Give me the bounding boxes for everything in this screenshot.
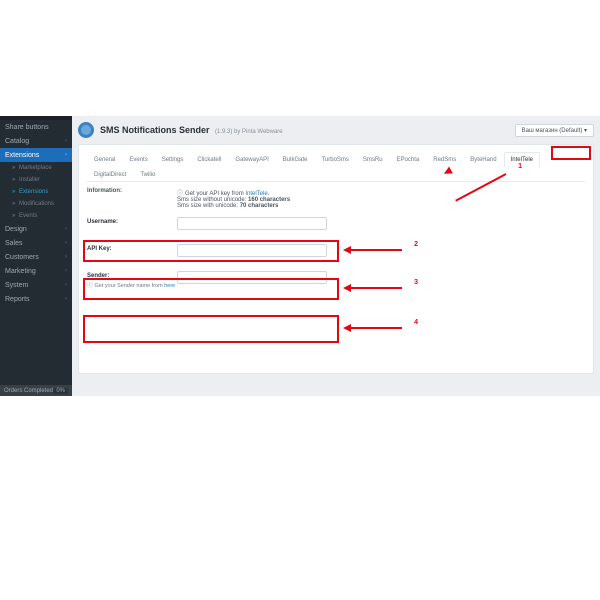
sidebar-item-label: Share buttons bbox=[5, 124, 49, 131]
orders-completed-count: 0% bbox=[53, 388, 68, 394]
main-content: SMS Notifications Sender (1.9.3) by Pint… bbox=[72, 116, 600, 396]
sidebar-item-marketing[interactable]: Marketing › bbox=[0, 264, 72, 278]
sidebar-sub-events[interactable]: »Events bbox=[0, 210, 72, 222]
sidebar-item-label: Extensions bbox=[5, 152, 39, 159]
sidebar-item-label: Marketing bbox=[5, 268, 36, 275]
chevron-right-icon: › bbox=[65, 296, 67, 302]
chevron-right-icon: › bbox=[65, 282, 67, 288]
tab-bulkgate[interactable]: BulkGate bbox=[276, 152, 315, 167]
settings-panel: General Events Settings Clickatell Gatew… bbox=[78, 144, 594, 374]
info-icon: ⓘ bbox=[87, 283, 93, 289]
sidebar-item-label: Reports bbox=[5, 296, 30, 303]
tab-inteltele[interactable]: IntelTele bbox=[504, 152, 540, 167]
sidebar-sub-installer[interactable]: »Installer bbox=[0, 174, 72, 186]
username-row: Username: bbox=[87, 217, 585, 230]
module-logo-icon bbox=[78, 122, 94, 138]
sidebar-footer: Orders Completed 0% bbox=[0, 385, 72, 396]
tab-twilio[interactable]: Twilio bbox=[133, 167, 162, 182]
sidebar-sub-marketplace[interactable]: »Marketplace bbox=[0, 162, 72, 174]
sidebar-item-label: Catalog bbox=[5, 138, 29, 145]
sidebar-item-reports[interactable]: Reports › bbox=[0, 292, 72, 306]
sidebar-sub-modifications[interactable]: »Modifications bbox=[0, 198, 72, 210]
store-selector[interactable]: Ваш магазин (Default) ▾ bbox=[515, 124, 594, 137]
gateway-tabs: General Events Settings Clickatell Gatew… bbox=[87, 151, 585, 182]
sidebar-item-label: Customers bbox=[5, 254, 39, 261]
apikey-input[interactable] bbox=[177, 244, 327, 257]
sidebar-sub-extensions[interactable]: »Extensions bbox=[0, 186, 72, 198]
sidebar-item-system[interactable]: System › bbox=[0, 278, 72, 292]
apikey-row: API Key: bbox=[87, 244, 585, 257]
chevron-right-icon: › bbox=[65, 152, 67, 158]
sidebar-item-customers[interactable]: Customers › bbox=[0, 250, 72, 264]
tab-clickatell[interactable]: Clickatell bbox=[190, 152, 228, 167]
sidebar: Share buttons Catalog › Extensions › »Mark… bbox=[0, 116, 72, 396]
chevron-right-icon: › bbox=[65, 138, 67, 144]
tab-events[interactable]: Events bbox=[122, 152, 154, 167]
sidebar-item-design[interactable]: Design › bbox=[0, 222, 72, 236]
page-header: SMS Notifications Sender (1.9.3) by Pint… bbox=[78, 122, 594, 138]
annotation-arrow-4: 4 bbox=[345, 323, 410, 333]
tab-gatewayapi[interactable]: GatewayAPI bbox=[228, 152, 275, 167]
tab-epochta[interactable]: EPochta bbox=[390, 152, 427, 167]
sidebar-item-catalog[interactable]: Catalog › bbox=[0, 134, 72, 148]
sidebar-item-sales[interactable]: Sales › bbox=[0, 236, 72, 250]
tab-bytehand[interactable]: ByteHand bbox=[463, 152, 503, 167]
username-input[interactable] bbox=[177, 217, 327, 230]
tab-general[interactable]: General bbox=[87, 152, 122, 167]
tab-redsms[interactable]: RedSms bbox=[426, 152, 463, 167]
sidebar-item-label: System bbox=[5, 282, 28, 289]
tab-digitaldirect[interactable]: DigitalDirect bbox=[87, 167, 133, 182]
sidebar-item-label: Design bbox=[5, 226, 27, 233]
information-block: Information: ⓘGet your API key from Inte… bbox=[87, 188, 585, 209]
tab-smsru[interactable]: SmsRu bbox=[356, 152, 390, 167]
tab-settings[interactable]: Settings bbox=[155, 152, 191, 167]
chevron-right-icon: › bbox=[65, 254, 67, 260]
chevron-right-icon: › bbox=[65, 268, 67, 274]
sender-input[interactable] bbox=[177, 271, 327, 284]
sidebar-item-share[interactable]: Share buttons bbox=[0, 120, 72, 134]
sender-row: Sender: ⓘGet your Sender name from here bbox=[87, 271, 585, 289]
tab-turbosms[interactable]: TurboSms bbox=[314, 152, 355, 167]
chevron-right-icon: › bbox=[65, 226, 67, 232]
chevron-right-icon: › bbox=[65, 240, 67, 246]
page-title: SMS Notifications Sender (1.9.3) by Pint… bbox=[100, 125, 283, 135]
sidebar-item-label: Sales bbox=[5, 240, 23, 247]
annotation-box-sender bbox=[83, 315, 339, 343]
sidebar-item-extensions[interactable]: Extensions › bbox=[0, 148, 72, 162]
sender-here-link[interactable]: here bbox=[164, 283, 175, 289]
